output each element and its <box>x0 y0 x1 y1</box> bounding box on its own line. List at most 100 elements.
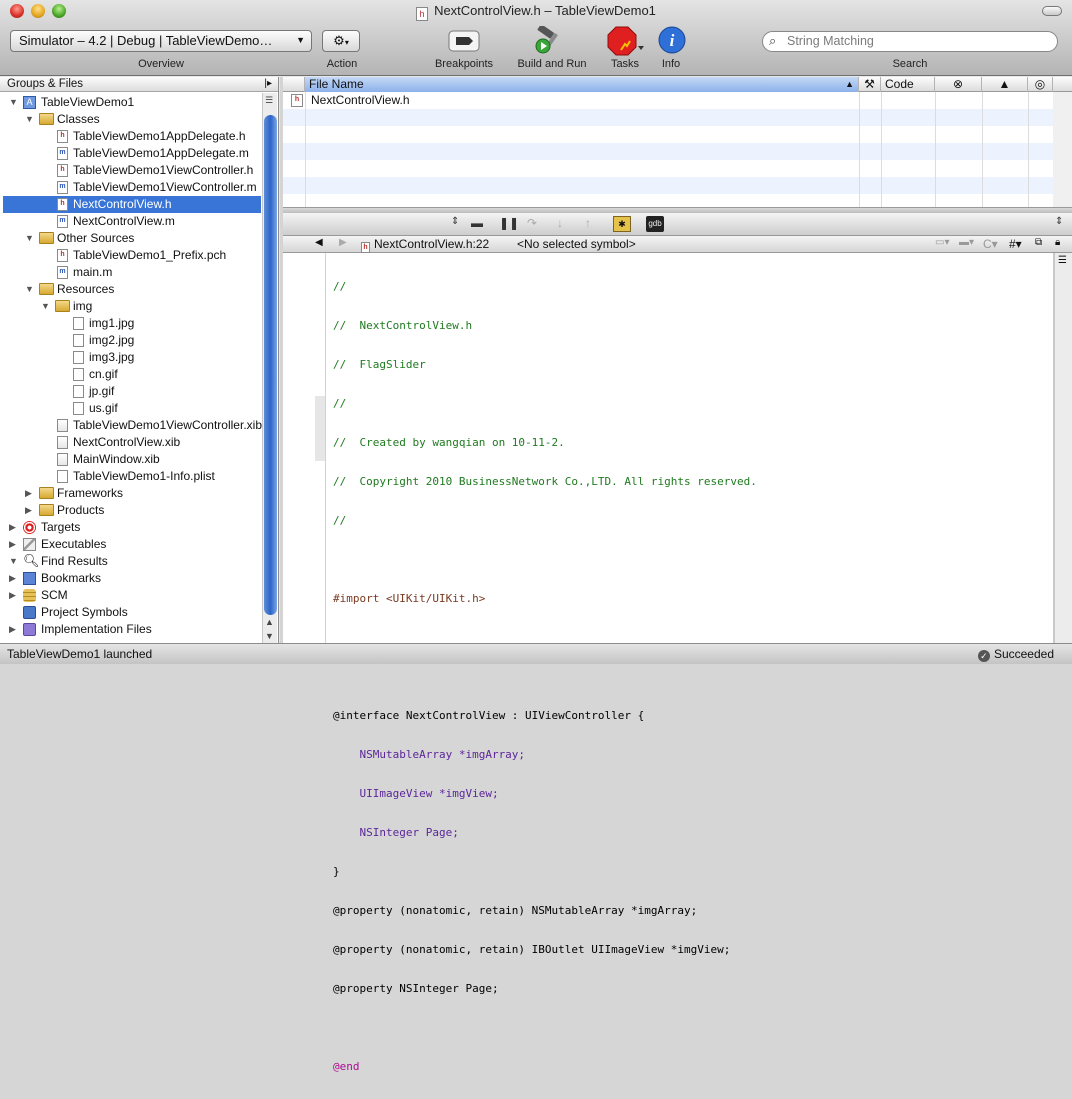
step-out-icon[interactable]: ↑ <box>585 216 591 230</box>
disclosure-open-icon[interactable]: ▼ <box>25 111 35 128</box>
disclosure-closed-icon[interactable]: ▶ <box>9 587 19 604</box>
search-field[interactable]: ⌕ String Matching <box>762 31 1058 52</box>
scroll-up-icon[interactable]: ▲ <box>265 617 274 627</box>
disclosure-closed-icon[interactable]: ▶ <box>9 519 19 536</box>
disclosure-open-icon[interactable]: ▼ <box>9 94 19 111</box>
disclosure-open-icon[interactable]: ▼ <box>41 298 51 315</box>
code-text[interactable]: // // NextControlView.h // FlagSlider //… <box>333 254 757 1099</box>
file-name-column-header[interactable]: File Name ▲ <box>305 77 859 92</box>
disclosure-open-icon[interactable]: ▼ <box>25 281 35 298</box>
sidebar-item-file[interactable]: m TableViewDemo1ViewController.m <box>3 179 261 196</box>
info-button[interactable]: i <box>658 26 686 57</box>
sidebar-scroll-thumb[interactable] <box>264 115 277 615</box>
breakpoints-label: Breakpoints <box>434 58 494 70</box>
sidebar-item-file-selected[interactable]: h NextControlView.h <box>3 196 261 213</box>
code-editor[interactable]: // // NextControlView.h // FlagSlider //… <box>283 253 1054 1073</box>
editor-scrollbar[interactable]: ☰ <box>1054 253 1072 643</box>
sidebar-item-classes[interactable]: ▼ Classes <box>3 111 261 128</box>
sidebar-item-label: Products <box>57 503 105 517</box>
sidebar-item-file[interactable]: h TableViewDemo1_Prefix.pch <box>3 247 261 264</box>
debugger-icon[interactable]: ✱ <box>613 216 631 232</box>
sidebar-item-other-sources[interactable]: ▼ Other Sources <box>3 230 261 247</box>
disclosure-closed-icon[interactable]: ▶ <box>9 536 19 553</box>
disclosure-open-icon[interactable]: ▼ <box>9 553 19 570</box>
breakpoints-button[interactable] <box>448 30 480 55</box>
sidebar-item-file[interactable]: TableViewDemo1-Info.plist <box>3 468 261 485</box>
sidebar-item-find-results[interactable]: ▼ 🔍︎ Find Results <box>3 553 261 570</box>
forward-arrow-icon[interactable]: ▶ <box>339 237 347 248</box>
xib-file-icon <box>57 419 68 432</box>
sidebar-item-file[interactable]: us.gif <box>3 400 261 417</box>
include-menu-icon[interactable]: #▾ <box>1009 237 1022 251</box>
table-row[interactable]: h NextControlView.h <box>283 92 1072 109</box>
icon-column-header[interactable] <box>283 77 305 92</box>
table-scrollbar[interactable] <box>1053 92 1072 207</box>
symbol-popup[interactable]: <No selected symbol> <box>517 237 636 251</box>
sidebar-item-file[interactable]: TableViewDemo1ViewController.xib <box>3 417 262 434</box>
sidebar-item-file[interactable]: NextControlView.xib <box>3 434 261 451</box>
breakpoints-menu-icon[interactable]: ▬▾ <box>959 237 974 248</box>
disclosure-closed-icon[interactable]: ▶ <box>25 502 35 519</box>
sidebar-item-bookmarks[interactable]: ▶ Bookmarks <box>3 570 261 587</box>
sidebar-scrollbar[interactable]: ☰ ▲ ▼ <box>262 93 277 643</box>
sidebar-item-file[interactable]: MainWindow.xib <box>3 451 261 468</box>
sidebar-item-frameworks[interactable]: ▶ Frameworks <box>3 485 261 502</box>
file-history-popup[interactable]: h NextControlView.h:22 <box>361 237 489 253</box>
sidebar-item-project[interactable]: ▼ A TableViewDemo1 <box>3 94 261 111</box>
sidebar-item-scm[interactable]: ▶ SCM <box>3 587 261 604</box>
breakpoint-toggle-icon[interactable]: ▬ <box>471 216 483 230</box>
project-icon: A <box>23 96 36 109</box>
build-column-header[interactable]: ⚒ <box>859 77 881 92</box>
sidebar-item-executables[interactable]: ▶ Executables <box>3 536 261 553</box>
sidebar-item-label: Find Results <box>41 554 108 568</box>
hamburger-icon[interactable]: ☰ <box>1058 255 1067 266</box>
gdb-console-icon[interactable]: gdb <box>646 216 664 232</box>
bookmarks-menu-icon[interactable]: ▭▾ <box>935 237 949 248</box>
sidebar-item-file[interactable]: img1.jpg <box>3 315 261 332</box>
editor-gutter[interactable] <box>283 253 326 643</box>
code-column-header[interactable]: Code <box>881 77 935 92</box>
sidebar-item-file[interactable]: img3.jpg <box>3 349 261 366</box>
class-hierarchy-icon[interactable]: C▾ <box>983 237 998 251</box>
column-resize-icon[interactable]: |▸ <box>264 77 272 91</box>
stepper-icon[interactable]: ⇕ <box>1055 216 1063 227</box>
pause-icon[interactable]: ❚❚ <box>499 216 519 230</box>
disclosure-open-icon[interactable]: ▼ <box>25 230 35 247</box>
lock-icon[interactable]: 🔒︎ <box>1055 237 1060 248</box>
action-button[interactable]: ⚙▾ <box>322 30 360 52</box>
tasks-button[interactable] <box>607 26 645 59</box>
sidebar-item-file[interactable]: jp.gif <box>3 383 261 400</box>
sidebar-item-resources[interactable]: ▼ Resources <box>3 281 261 298</box>
stepper-icon[interactable]: ⇕ <box>451 216 459 227</box>
toolbar-toggle-button[interactable] <box>1042 6 1062 16</box>
warnings-column-header[interactable]: ▲ <box>982 77 1028 92</box>
back-arrow-icon[interactable]: ◀ <box>315 237 323 248</box>
warning-icon: ▲ <box>998 77 1011 91</box>
sidebar-item-file[interactable]: cn.gif <box>3 366 261 383</box>
disclosure-closed-icon[interactable]: ▶ <box>9 621 19 638</box>
sidebar-item-file[interactable]: h TableViewDemo1AppDelegate.h <box>3 128 261 145</box>
sidebar-item-file[interactable]: h TableViewDemo1ViewController.h <box>3 162 261 179</box>
sidebar-item-file[interactable]: m main.m <box>3 264 261 281</box>
sidebar-item-file[interactable]: img2.jpg <box>3 332 261 349</box>
sidebar-item-file[interactable]: m NextControlView.m <box>3 213 261 230</box>
hamburger-icon[interactable]: ☰ <box>265 95 273 106</box>
scroll-down-icon[interactable]: ▼ <box>265 631 274 641</box>
overview-popup[interactable]: Simulator – 4.2 | Debug | TableViewDemo…… <box>10 30 312 52</box>
build-status[interactable]: ✓ Succeeded <box>977 647 1054 662</box>
build-and-run-button[interactable] <box>534 24 568 59</box>
code-fold-ribbon[interactable] <box>315 396 325 461</box>
step-over-icon[interactable]: ↷ <box>527 216 537 230</box>
errors-column-header[interactable]: ⊗ <box>935 77 982 92</box>
sidebar-item-targets[interactable]: ▶ Targets <box>3 519 261 536</box>
disclosure-closed-icon[interactable]: ▶ <box>9 570 19 587</box>
step-into-icon[interactable]: ↓ <box>557 216 563 230</box>
sidebar-item-project-symbols[interactable]: Project Symbols <box>3 604 261 621</box>
sidebar-item-products[interactable]: ▶ Products <box>3 502 261 519</box>
counterpart-icon[interactable]: ⧉ <box>1035 237 1042 248</box>
sidebar-item-implementation-files[interactable]: ▶ Implementation Files <box>3 621 261 638</box>
disclosure-closed-icon[interactable]: ▶ <box>25 485 35 502</box>
sidebar-item-img-folder[interactable]: ▼ img <box>3 298 261 315</box>
sidebar-item-file[interactable]: m TableViewDemo1AppDelegate.m <box>3 145 261 162</box>
target-column-header[interactable]: ◎ <box>1028 77 1053 92</box>
